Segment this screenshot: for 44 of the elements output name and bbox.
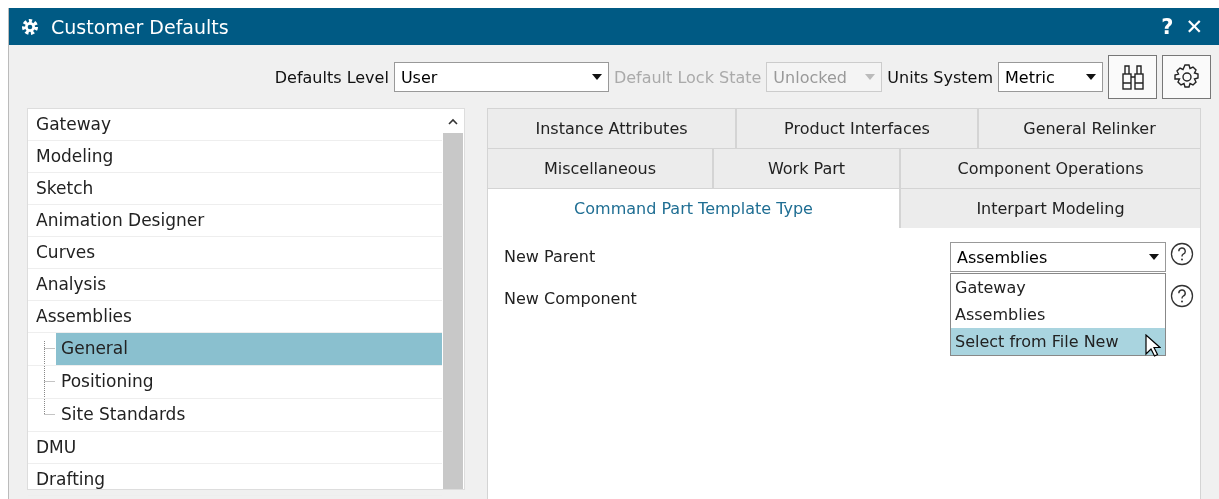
help-icon bbox=[1170, 242, 1194, 266]
tree-item[interactable]: General bbox=[56, 333, 442, 365]
caret-icon bbox=[1149, 254, 1159, 260]
tab[interactable]: Miscellaneous bbox=[487, 148, 713, 188]
caret-icon bbox=[591, 74, 602, 80]
scroll-up-icon bbox=[448, 118, 458, 125]
help-icon bbox=[1170, 284, 1194, 308]
dropdown: Unlocked bbox=[766, 62, 883, 92]
tree-item[interactable]: Animation Designer bbox=[28, 205, 442, 237]
setting-label: New Component bbox=[504, 288, 638, 308]
help-button[interactable]: ? bbox=[1155, 14, 1180, 39]
tree-item[interactable]: Positioning bbox=[56, 366, 442, 398]
window-title: Customer Defaults bbox=[51, 15, 229, 38]
dropdown-option[interactable]: Select from File New bbox=[951, 328, 1165, 355]
tab[interactable]: General Relinker bbox=[978, 108, 1201, 148]
gear-icon bbox=[21, 17, 39, 36]
tab[interactable]: Instance Attributes bbox=[487, 108, 736, 148]
settings-button[interactable] bbox=[1162, 55, 1211, 99]
tab[interactable]: Work Part bbox=[713, 148, 900, 188]
tab[interactable]: Interpart Modeling bbox=[900, 188, 1201, 228]
field-label: Default Lock State bbox=[613, 67, 762, 87]
tree-item[interactable]: Curves bbox=[28, 237, 442, 269]
tree-item[interactable]: Sketch bbox=[28, 173, 442, 205]
dropdown-option[interactable]: Assemblies bbox=[951, 301, 1165, 328]
tree-item[interactable]: DMU bbox=[28, 432, 442, 464]
tab[interactable]: Component Operations bbox=[900, 148, 1201, 188]
dropdown[interactable]: Metric bbox=[998, 62, 1103, 92]
dropdown[interactable]: Assemblies bbox=[950, 242, 1166, 272]
tab[interactable]: Product Interfaces bbox=[736, 108, 978, 148]
close-button[interactable]: ✕ bbox=[1179, 14, 1209, 39]
tree-item[interactable]: Site Standards bbox=[56, 399, 442, 431]
dropdown[interactable]: User bbox=[393, 62, 609, 92]
caret-icon bbox=[865, 74, 876, 80]
caret-icon bbox=[1086, 74, 1096, 80]
field-label: Defaults Level bbox=[274, 67, 389, 87]
tree-item[interactable]: Gateway bbox=[28, 109, 442, 141]
tree-item[interactable]: Drafting bbox=[28, 464, 442, 496]
dropdown-option[interactable]: Gateway bbox=[951, 274, 1165, 301]
tree-item[interactable]: Analysis bbox=[28, 269, 442, 301]
tree-item[interactable]: Modeling bbox=[28, 141, 442, 173]
field-label: Units System bbox=[887, 67, 993, 87]
binoculars-button[interactable] bbox=[1108, 55, 1157, 99]
setting-label: New Parent bbox=[504, 246, 597, 266]
tab[interactable]: Command Part Template Type bbox=[487, 188, 900, 228]
